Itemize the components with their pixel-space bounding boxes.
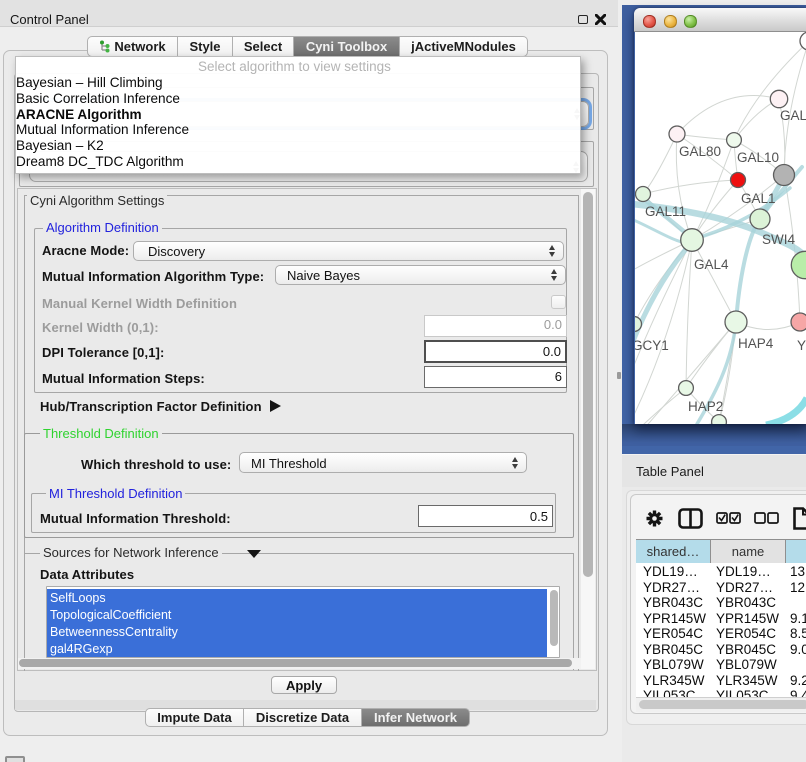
svg-text:YDR…: YDR… <box>797 338 806 353</box>
svg-text:SWI4: SWI4 <box>762 232 795 247</box>
svg-text:GAL4: GAL4 <box>694 257 729 272</box>
svg-text:GCY1: GCY1 <box>635 338 669 353</box>
svg-text:HAP2: HAP2 <box>688 399 723 414</box>
svg-text:HAP4: HAP4 <box>738 336 774 351</box>
svg-text:GAL10: GAL10 <box>737 150 779 165</box>
svg-text:GAL11: GAL11 <box>645 204 686 219</box>
svg-text:GAL80: GAL80 <box>679 144 721 159</box>
svg-text:GAL1: GAL1 <box>741 191 776 206</box>
svg-text:GAL7: GAL7 <box>780 108 806 123</box>
